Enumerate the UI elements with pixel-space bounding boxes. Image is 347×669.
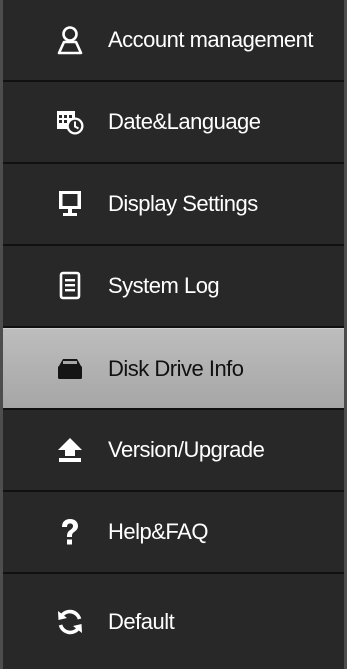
upload-arrow-icon (55, 435, 85, 465)
document-icon (55, 271, 85, 301)
calendar-clock-icon (55, 107, 85, 137)
disk-drive-icon (55, 354, 85, 384)
menu-item-account-management[interactable]: Account management (3, 0, 344, 82)
menu-item-default[interactable]: Default (3, 574, 344, 669)
question-icon (55, 517, 85, 547)
monitor-icon (55, 189, 85, 219)
menu-item-help-faq[interactable]: Help&FAQ (3, 492, 344, 574)
menu-item-label: System Log (108, 273, 220, 298)
menu-item-label: Account management (108, 27, 314, 52)
menu-item-display-settings[interactable]: Display Settings (3, 164, 344, 246)
menu-item-label: Default (108, 608, 175, 634)
menu-item-disk-drive-info[interactable]: Disk Drive Info (3, 328, 344, 410)
menu-item-label: Date&Language (108, 109, 261, 134)
menu-item-label: Display Settings (108, 191, 258, 216)
menu-item-label: Disk Drive Info (108, 355, 244, 381)
menu-item-system-log[interactable]: System Log (3, 246, 344, 328)
settings-menu: Account management Date&Language Display… (0, 0, 347, 669)
menu-item-date-language[interactable]: Date&Language (3, 82, 344, 164)
menu-item-version-upgrade[interactable]: Version/Upgrade (3, 410, 344, 492)
user-icon (55, 25, 85, 55)
menu-item-label: Help&FAQ (108, 519, 208, 544)
refresh-icon (55, 607, 85, 637)
menu-item-label: Version/Upgrade (108, 437, 265, 462)
